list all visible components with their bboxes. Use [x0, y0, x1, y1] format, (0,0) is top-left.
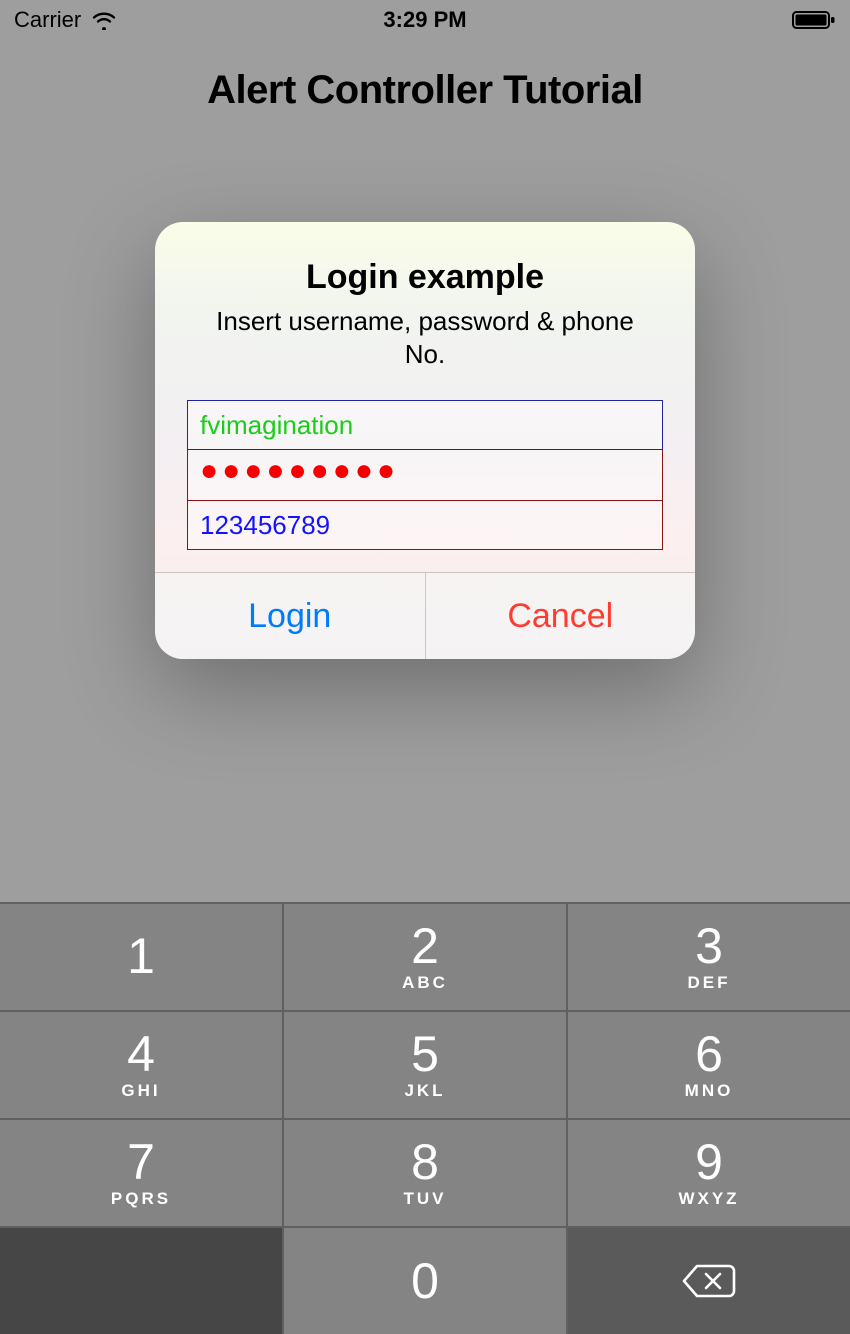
- keypad-key-empty: [0, 1226, 282, 1334]
- password-field[interactable]: ●●●●●●●●●: [187, 450, 663, 500]
- username-field[interactable]: fvimagination: [187, 400, 663, 450]
- keypad-digit: 6: [695, 1029, 723, 1079]
- alert-fields: fvimagination ●●●●●●●●● 123456789: [187, 400, 663, 550]
- keypad-key-9[interactable]: 9 WXYZ: [566, 1118, 850, 1226]
- keypad-backspace-button[interactable]: [566, 1226, 850, 1334]
- keypad-digit: 7: [127, 1137, 155, 1187]
- keypad-letters: MNO: [685, 1081, 734, 1101]
- keypad-key-1[interactable]: 1: [0, 902, 282, 1010]
- phone-value: 123456789: [200, 510, 330, 541]
- alert-message: Insert username, password & phone No.: [187, 305, 663, 370]
- keypad-key-8[interactable]: 8 TUV: [282, 1118, 566, 1226]
- keypad-letters: GHI: [121, 1081, 160, 1101]
- keypad-letters: WXYZ: [678, 1189, 739, 1209]
- keypad-key-0[interactable]: 0: [282, 1226, 566, 1334]
- keypad-digit: 9: [695, 1137, 723, 1187]
- keypad-letters: ABC: [402, 973, 448, 993]
- keypad-letters: PQRS: [111, 1189, 171, 1209]
- keypad-key-7[interactable]: 7 PQRS: [0, 1118, 282, 1226]
- keypad-digit: 1: [127, 931, 155, 981]
- keypad-key-3[interactable]: 3 DEF: [566, 902, 850, 1010]
- keypad-digit: 3: [695, 921, 723, 971]
- keypad-letters: TUV: [404, 1189, 447, 1209]
- cancel-button[interactable]: Cancel: [425, 573, 696, 659]
- password-dots: ●●●●●●●●●: [200, 456, 399, 486]
- keypad-digit: 0: [411, 1256, 439, 1306]
- keypad-digit: 4: [127, 1029, 155, 1079]
- number-keypad: 1 2 ABC 3 DEF 4 GHI 5 JKL 6 MNO 7 PQRS: [0, 902, 850, 1334]
- keypad-key-2[interactable]: 2 ABC: [282, 902, 566, 1010]
- keypad-key-4[interactable]: 4 GHI: [0, 1010, 282, 1118]
- backspace-icon: [681, 1262, 737, 1300]
- keypad-digit: 5: [411, 1029, 439, 1079]
- keypad-key-6[interactable]: 6 MNO: [566, 1010, 850, 1118]
- login-alert: Login example Insert username, password …: [155, 222, 695, 659]
- keypad-key-5[interactable]: 5 JKL: [282, 1010, 566, 1118]
- keypad-digit: 8: [411, 1137, 439, 1187]
- phone-field[interactable]: 123456789: [187, 500, 663, 550]
- alert-actions: Login Cancel: [155, 572, 695, 659]
- keypad-letters: JKL: [404, 1081, 445, 1101]
- login-button[interactable]: Login: [155, 573, 425, 659]
- username-value: fvimagination: [200, 410, 353, 441]
- keypad-letters: DEF: [688, 973, 731, 993]
- keypad-digit: 2: [411, 921, 439, 971]
- alert-title: Login example: [187, 258, 663, 297]
